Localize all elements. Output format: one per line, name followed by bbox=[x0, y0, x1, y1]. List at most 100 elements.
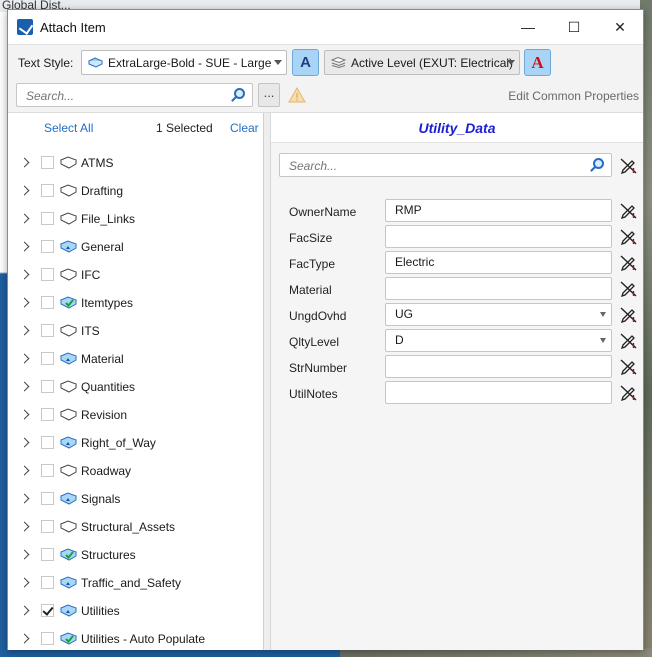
tree-item[interactable]: Utilities - Auto Populate bbox=[8, 626, 264, 654]
edit-disabled-icon[interactable] bbox=[620, 157, 637, 174]
tree-item[interactable]: IFC bbox=[8, 262, 264, 290]
expand-chevron-icon[interactable] bbox=[19, 241, 30, 252]
tree-item[interactable]: Signals bbox=[8, 486, 264, 514]
select-all-link[interactable]: Select All bbox=[44, 121, 93, 135]
expand-chevron-icon[interactable] bbox=[19, 633, 30, 644]
item-checkbox[interactable] bbox=[41, 604, 54, 617]
item-checkbox[interactable] bbox=[41, 296, 54, 309]
item-checkbox[interactable] bbox=[41, 240, 54, 253]
expand-chevron-icon[interactable] bbox=[19, 269, 30, 280]
tree-item[interactable]: ATMS bbox=[8, 150, 264, 178]
tree-item[interactable]: Structures bbox=[8, 542, 264, 570]
tree-item[interactable]: Itemtypes bbox=[8, 290, 264, 318]
item-checkbox[interactable] bbox=[41, 576, 54, 589]
text-attributes-button[interactable]: A bbox=[524, 49, 551, 76]
property-field[interactable] bbox=[385, 225, 612, 248]
property-dropdown[interactable]: UG bbox=[385, 303, 612, 326]
edit-common-properties-link[interactable]: Edit Common Properties bbox=[508, 89, 639, 103]
expand-chevron-icon[interactable] bbox=[19, 493, 30, 504]
tree-item[interactable]: Material bbox=[8, 346, 264, 374]
expand-chevron-icon[interactable] bbox=[19, 381, 30, 392]
item-checkbox[interactable] bbox=[41, 548, 54, 561]
item-checkbox[interactable] bbox=[41, 520, 54, 533]
tree-item[interactable]: Right_of_Way bbox=[8, 430, 264, 458]
tree-item[interactable]: Traffic_and_Safety bbox=[8, 570, 264, 598]
edit-disabled-icon[interactable] bbox=[620, 332, 637, 349]
item-checkbox[interactable] bbox=[41, 464, 54, 477]
item-checkbox[interactable] bbox=[41, 184, 54, 197]
tree-item[interactable]: Revision bbox=[8, 402, 264, 430]
tree-item[interactable]: Drafting bbox=[8, 178, 264, 206]
text-style-dropdown[interactable]: ExtraLarge-Bold - SUE - Large bbox=[81, 50, 287, 75]
edit-disabled-icon[interactable] bbox=[620, 202, 637, 219]
expand-chevron-icon[interactable] bbox=[19, 353, 30, 364]
item-search-box[interactable] bbox=[16, 83, 253, 107]
expand-chevron-icon[interactable] bbox=[19, 185, 30, 196]
tree-item[interactable]: File_Links bbox=[8, 206, 264, 234]
property-field[interactable]: Electric bbox=[385, 251, 612, 274]
item-checkbox[interactable] bbox=[41, 324, 54, 337]
clear-link[interactable]: Clear bbox=[230, 121, 259, 135]
folder-icon bbox=[60, 520, 77, 533]
panel-splitter[interactable] bbox=[264, 113, 271, 650]
tree-item[interactable]: Utilities bbox=[8, 598, 264, 626]
expand-chevron-icon[interactable] bbox=[19, 297, 30, 308]
close-button[interactable]: ✕ bbox=[597, 10, 643, 44]
property-search-box[interactable] bbox=[279, 153, 612, 177]
expand-chevron-icon[interactable] bbox=[19, 409, 30, 420]
more-options-button[interactable]: ... bbox=[258, 83, 280, 107]
item-checkbox[interactable] bbox=[41, 380, 54, 393]
text-style-edit-button[interactable]: A bbox=[292, 49, 319, 76]
property-label: UngdOvhd bbox=[289, 309, 347, 323]
item-checkbox[interactable] bbox=[41, 492, 54, 505]
property-row: OwnerName RMP bbox=[271, 199, 643, 225]
maximize-button[interactable]: ☐ bbox=[551, 10, 597, 44]
property-field[interactable] bbox=[385, 381, 612, 404]
property-dropdown[interactable]: D bbox=[385, 329, 612, 352]
edit-disabled-icon[interactable] bbox=[620, 358, 637, 375]
text-style-label: Text Style: bbox=[18, 56, 74, 70]
tree-item-label: ITS bbox=[81, 324, 100, 338]
search-icon[interactable] bbox=[590, 158, 605, 173]
item-checkbox[interactable] bbox=[41, 268, 54, 281]
item-checkbox[interactable] bbox=[41, 212, 54, 225]
item-checkbox[interactable] bbox=[41, 632, 54, 645]
tree-item-label: Roadway bbox=[81, 464, 132, 478]
property-search-input[interactable] bbox=[287, 158, 467, 174]
search-icon[interactable] bbox=[231, 88, 246, 103]
item-checkbox[interactable] bbox=[41, 156, 54, 169]
expand-chevron-icon[interactable] bbox=[19, 521, 30, 532]
edit-disabled-icon[interactable] bbox=[620, 228, 637, 245]
expand-chevron-icon[interactable] bbox=[19, 577, 30, 588]
item-checkbox[interactable] bbox=[41, 408, 54, 421]
warning-icon[interactable] bbox=[287, 86, 307, 104]
tree-item[interactable]: Quantities bbox=[8, 374, 264, 402]
edit-disabled-icon[interactable] bbox=[620, 254, 637, 271]
minimize-button[interactable]: — bbox=[505, 10, 551, 44]
tree-item[interactable]: Structural_Assets bbox=[8, 514, 264, 542]
expand-chevron-icon[interactable] bbox=[19, 465, 30, 476]
expand-chevron-icon[interactable] bbox=[19, 325, 30, 336]
level-dropdown[interactable]: Active Level (EXUT: Electrical) bbox=[324, 50, 520, 75]
edit-disabled-icon[interactable] bbox=[620, 280, 637, 297]
expand-chevron-icon[interactable] bbox=[19, 157, 30, 168]
expand-chevron-icon[interactable] bbox=[19, 213, 30, 224]
property-field[interactable] bbox=[385, 277, 612, 300]
expand-chevron-icon[interactable] bbox=[19, 437, 30, 448]
expand-chevron-icon[interactable] bbox=[19, 549, 30, 560]
search-row: ... Edit Common Properties bbox=[8, 80, 643, 113]
title-bar[interactable]: Attach Item — ☐ ✕ bbox=[8, 10, 643, 44]
item-search-input[interactable] bbox=[24, 88, 204, 104]
attach-item-dialog: Attach Item — ☐ ✕ Text Style: ExtraLarge… bbox=[7, 9, 644, 650]
expand-chevron-icon[interactable] bbox=[19, 605, 30, 616]
item-checkbox[interactable] bbox=[41, 352, 54, 365]
tree-item[interactable]: ITS bbox=[8, 318, 264, 346]
item-checkbox[interactable] bbox=[41, 436, 54, 449]
property-field[interactable]: RMP bbox=[385, 199, 612, 222]
edit-disabled-icon[interactable] bbox=[620, 306, 637, 323]
property-field[interactable] bbox=[385, 355, 612, 378]
edit-disabled-icon[interactable] bbox=[620, 384, 637, 401]
tree-item[interactable]: General bbox=[8, 234, 264, 262]
tree-item[interactable]: Roadway bbox=[8, 458, 264, 486]
folder-check-icon bbox=[60, 548, 77, 561]
